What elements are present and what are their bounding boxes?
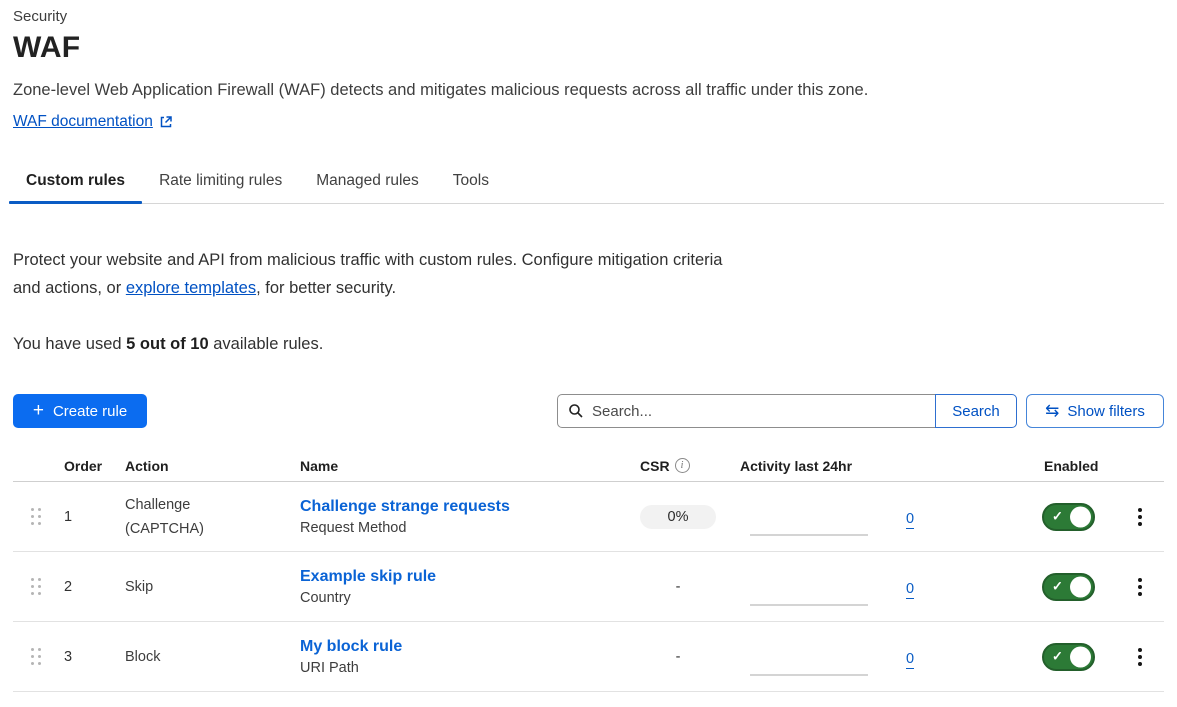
search-group: Search <box>557 394 1017 428</box>
breadcrumb: Security <box>13 8 1164 25</box>
rule-order: 3 <box>64 649 125 665</box>
plus-icon: + <box>33 401 44 420</box>
page-description: Zone-level Web Application Firewall (WAF… <box>13 81 1164 100</box>
rule-criteria: Country <box>300 590 630 606</box>
activity-count-link[interactable]: 0 <box>906 581 914 599</box>
waf-documentation-link[interactable]: WAF documentation <box>13 113 173 131</box>
waf-tabs: Custom rules Rate limiting rules Managed… <box>9 166 1164 204</box>
rule-name-link[interactable]: Challenge strange requests <box>300 498 510 516</box>
rules-usage-text: You have used 5 out of 10 available rule… <box>13 335 1164 354</box>
show-filters-label: Show filters <box>1067 403 1145 420</box>
search-button[interactable]: Search <box>935 394 1017 428</box>
rule-name-link[interactable]: My block rule <box>300 638 402 656</box>
waf-page: Security WAF Zone-level Web Application … <box>0 0 1177 692</box>
drag-handle-icon[interactable] <box>31 508 41 525</box>
check-icon: ✓ <box>1052 578 1063 594</box>
row-menu-kebab-icon[interactable] <box>1134 644 1146 670</box>
toggle-knob <box>1070 646 1091 667</box>
custom-rules-table: Order Action Name CSR i Activity last 24… <box>13 450 1164 692</box>
row-menu-kebab-icon[interactable] <box>1134 504 1146 530</box>
col-header-csr: CSR <box>640 458 670 474</box>
activity-sparkline <box>750 534 868 536</box>
rule-criteria: Request Method <box>300 520 630 536</box>
rule-criteria: URI Path <box>300 660 630 676</box>
drag-handle-icon[interactable] <box>31 578 41 595</box>
page-title: WAF <box>13 31 1164 65</box>
toggle-knob <box>1070 576 1091 597</box>
tab-tools[interactable]: Tools <box>436 166 506 203</box>
rule-row-2: 2 Skip Example skip rule Country - 0 ✓ <box>13 552 1164 622</box>
rule-action: Challenge (CAPTCHA) <box>125 493 235 541</box>
rule-action: Skip <box>125 575 235 599</box>
activity-count-link[interactable]: 0 <box>906 511 914 529</box>
tab-custom-rules[interactable]: Custom rules <box>9 166 142 203</box>
rule-action: Block <box>125 645 235 669</box>
create-rule-button[interactable]: + Create rule <box>13 394 147 428</box>
rule-enabled-toggle[interactable]: ✓ <box>1042 643 1095 671</box>
col-header-activity: Activity last 24hr <box>740 458 1038 474</box>
table-header-row: Order Action Name CSR i Activity last 24… <box>13 450 1164 482</box>
external-link-icon <box>159 115 173 129</box>
rule-enabled-toggle[interactable]: ✓ <box>1042 503 1095 531</box>
intro-text-after: , for better security. <box>256 279 396 297</box>
csr-empty: - <box>640 649 716 665</box>
tab-rate-limiting-rules[interactable]: Rate limiting rules <box>142 166 299 203</box>
rule-row-3: 3 Block My block rule URI Path - 0 ✓ <box>13 622 1164 692</box>
activity-sparkline <box>750 674 868 676</box>
usage-count: 5 out of 10 <box>126 335 209 353</box>
csr-badge: 0% <box>640 505 716 529</box>
col-header-enabled: Enabled <box>1044 458 1128 474</box>
check-icon: ✓ <box>1052 648 1063 664</box>
row-menu-kebab-icon[interactable] <box>1134 574 1146 600</box>
swap-arrows-icon: ⇆ <box>1045 402 1059 419</box>
col-header-name: Name <box>300 458 630 474</box>
tab-managed-rules[interactable]: Managed rules <box>299 166 436 203</box>
custom-rules-intro: Protect your website and API from malici… <box>13 246 753 302</box>
rule-row-1: 1 Challenge (CAPTCHA) Challenge strange … <box>13 482 1164 552</box>
create-rule-label: Create rule <box>53 403 127 420</box>
toggle-knob <box>1070 506 1091 527</box>
rule-enabled-toggle[interactable]: ✓ <box>1042 573 1095 601</box>
usage-text-after: available rules. <box>209 335 324 353</box>
csr-info-icon[interactable]: i <box>675 458 690 473</box>
col-header-order: Order <box>64 458 125 474</box>
activity-sparkline <box>750 604 868 606</box>
doc-link-label: WAF documentation <box>13 113 153 131</box>
search-input[interactable] <box>557 394 935 428</box>
col-header-action: Action <box>125 458 300 474</box>
rule-order: 2 <box>64 579 125 595</box>
explore-templates-link[interactable]: explore templates <box>126 279 256 297</box>
rule-name-link[interactable]: Example skip rule <box>300 568 436 586</box>
usage-text-before: You have used <box>13 335 126 353</box>
check-icon: ✓ <box>1052 508 1063 524</box>
rule-order: 1 <box>64 509 125 525</box>
search-icon <box>568 403 584 424</box>
show-filters-button[interactable]: ⇆ Show filters <box>1026 394 1164 428</box>
drag-handle-icon[interactable] <box>31 648 41 665</box>
rules-toolbar: + Create rule Search ⇆ Show filt <box>13 394 1164 428</box>
activity-count-link[interactable]: 0 <box>906 651 914 669</box>
csr-empty: - <box>640 579 716 595</box>
